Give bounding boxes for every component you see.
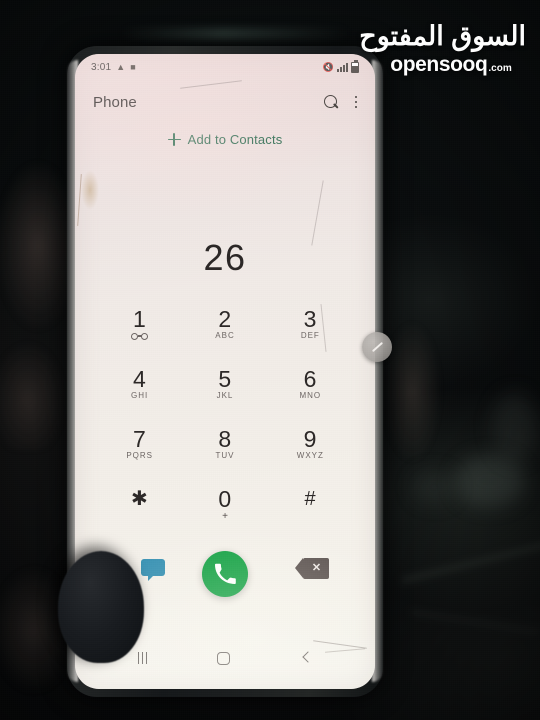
screen-crack (311, 180, 324, 246)
dialpad-key-digit: 8 (218, 425, 232, 452)
dialpad-key-digit: # (304, 488, 317, 510)
warning-triangle-icon: ▲ (116, 61, 126, 72)
dialpad-row: 1 2 ABC 3 DEF (97, 294, 353, 354)
plus-icon (167, 133, 181, 146)
dialpad-key-digit: 7 (133, 425, 147, 452)
dialpad-key-letters: TUV (215, 450, 235, 460)
status-bar: 3:01 ▲ ■ 🔇 (75, 56, 375, 78)
finger-right (382, 300, 456, 490)
call-button[interactable] (202, 551, 248, 597)
dialpad: 1 2 ABC 3 DEF 4 GHI 5 JKL 6 MNO 7 PQRS 8… (97, 294, 353, 534)
dialpad-key-digit: 0 (218, 485, 232, 512)
background-object-a (455, 455, 525, 507)
dialpad-key-1[interactable]: 1 (97, 294, 182, 354)
battery-icon (351, 60, 359, 73)
sd-card-icon: ■ (130, 61, 136, 72)
dialpad-key-star[interactable]: ✱ (97, 474, 182, 534)
add-to-contacts-label: Add to Contacts (187, 132, 283, 147)
message-button[interactable] (141, 559, 167, 581)
dialpad-key-3[interactable]: 3 DEF (268, 294, 353, 354)
page-title: Phone (93, 93, 137, 111)
dialpad-key-letters: GHI (131, 390, 149, 400)
dialpad-key-letters: ABC (215, 330, 235, 340)
dialpad-key-digit: 4 (133, 365, 147, 392)
dialpad-key-digit: 5 (218, 365, 232, 392)
dialpad-row: ✱ 0 + # (97, 474, 353, 534)
overflow-menu-icon[interactable] (354, 95, 357, 109)
dialpad-key-7[interactable]: 7 PQRS (97, 414, 182, 474)
dialpad-key-hash[interactable]: # (268, 474, 353, 534)
dialpad-key-letters: JKL (216, 390, 234, 400)
dialpad-key-digit: 3 (303, 305, 317, 332)
pen-glyph (371, 341, 383, 353)
backspace-button[interactable]: ✕ (295, 558, 329, 579)
status-bar-clock: 3:01 (91, 61, 112, 73)
dialpad-key-digit: ✱ (131, 488, 149, 510)
app-bar: Phone (75, 82, 375, 122)
dialpad-key-letters: DEF (300, 330, 320, 340)
message-bubble-icon (141, 559, 165, 581)
background-light-reflection (120, 28, 350, 40)
dialpad-row: 4 GHI 5 JKL 6 MNO (97, 354, 353, 414)
dialpad-key-digit: 2 (218, 305, 232, 332)
dialpad-key-8[interactable]: 8 TUV (182, 414, 267, 474)
dialed-number-display[interactable]: 26 (75, 237, 375, 279)
app-bar-actions (323, 94, 357, 110)
search-icon[interactable] (323, 94, 339, 110)
signal-bars-icon (337, 62, 348, 72)
screen-crack (77, 174, 82, 226)
dialpad-row: 7 PQRS 8 TUV 9 WXYZ (97, 414, 353, 474)
dialpad-key-6[interactable]: 6 MNO (268, 354, 353, 414)
add-to-contacts-button[interactable]: Add to Contacts (75, 132, 375, 147)
screen-smudge (81, 170, 99, 210)
dialpad-key-0[interactable]: 0 + (182, 474, 267, 534)
dialpad-key-digit: 9 (303, 425, 317, 452)
backspace-x-glyph: ✕ (311, 562, 322, 574)
dialpad-key-5[interactable]: 5 JKL (182, 354, 267, 414)
dialpad-key-letters: WXYZ (296, 450, 324, 460)
recents-icon[interactable] (137, 652, 148, 664)
thumb-overlapping-screen (58, 551, 144, 663)
edge-panel-pen-handle-icon[interactable] (362, 332, 392, 362)
call-icon (215, 563, 236, 584)
dialpad-key-letters: MNO (299, 390, 322, 400)
mute-icon: 🔇 (322, 61, 334, 72)
status-bar-left: 3:01 ▲ ■ (91, 62, 136, 73)
voicemail-icon (131, 332, 149, 341)
status-bar-right: 🔇 (322, 60, 359, 73)
dialpad-key-digit: 6 (303, 365, 317, 392)
dialpad-key-9[interactable]: 9 WXYZ (268, 414, 353, 474)
home-icon[interactable] (217, 651, 231, 665)
dialpad-key-letters: PQRS (126, 450, 153, 460)
dialpad-key-2[interactable]: 2 ABC (182, 294, 267, 354)
dialpad-key-4[interactable]: 4 GHI (97, 354, 182, 414)
back-icon[interactable] (300, 652, 312, 664)
background-object-b (492, 392, 538, 462)
dialpad-key-plus: + (222, 510, 228, 522)
dialpad-key-digit: 1 (133, 305, 147, 332)
